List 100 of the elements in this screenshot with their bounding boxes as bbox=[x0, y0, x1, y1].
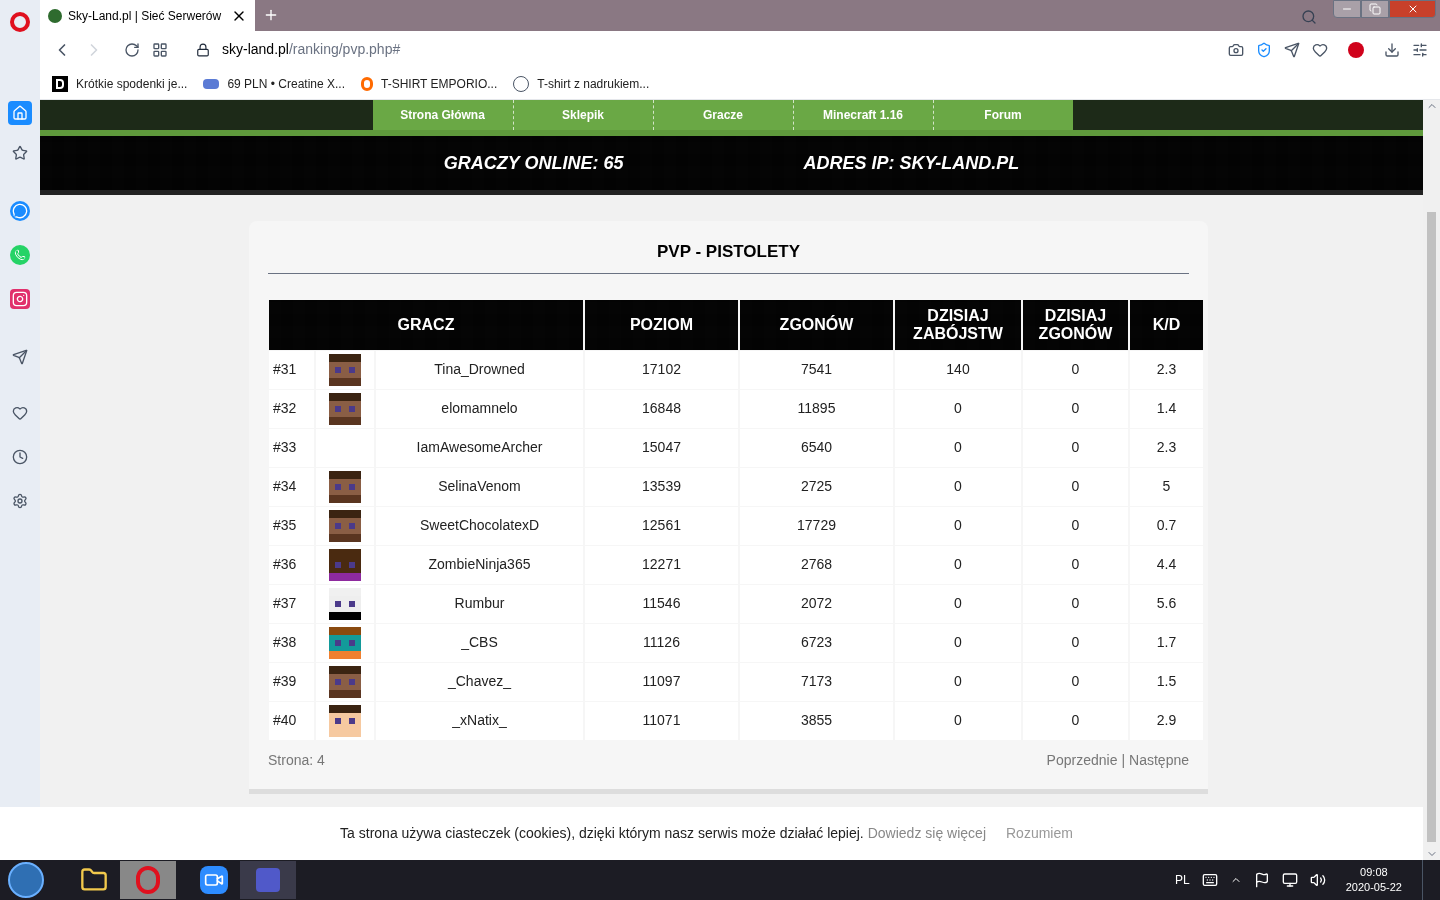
table-cell: 0 bbox=[1023, 545, 1128, 584]
download-icon[interactable] bbox=[1384, 41, 1400, 58]
player-name[interactable]: IamAwesomeArcher bbox=[376, 428, 583, 467]
column-header: ZGONÓW bbox=[740, 299, 893, 350]
table-cell: 12561 bbox=[585, 506, 738, 545]
shop-logo-icon bbox=[203, 78, 220, 89]
clock-icon[interactable] bbox=[12, 449, 28, 465]
camera-icon[interactable] bbox=[1228, 41, 1244, 58]
table-cell: 0 bbox=[1023, 584, 1128, 623]
send-icon[interactable] bbox=[1284, 41, 1300, 58]
table-cell: 2768 bbox=[740, 545, 893, 584]
table-cell: 0 bbox=[1023, 506, 1128, 545]
table-cell: 2.9 bbox=[1130, 701, 1203, 740]
player-name[interactable]: _CBS bbox=[376, 623, 583, 662]
rank-cell: #40 bbox=[269, 701, 314, 740]
bookmark-item[interactable]: 69 PLN • Creatine X... bbox=[203, 74, 345, 93]
column-header: K/D bbox=[1130, 299, 1203, 350]
table-cell: 15047 bbox=[585, 428, 738, 467]
video-camera-icon[interactable] bbox=[200, 866, 228, 894]
table-cell: 2.3 bbox=[1130, 350, 1203, 389]
column-header: POZIOM bbox=[585, 299, 738, 350]
player-name[interactable]: SweetChocolatexD bbox=[376, 506, 583, 545]
table-cell: 0 bbox=[895, 428, 1021, 467]
lock-icon bbox=[196, 42, 210, 57]
rank-cell: #35 bbox=[269, 506, 314, 545]
heart-icon[interactable] bbox=[1312, 41, 1328, 58]
new-tab-icon[interactable] bbox=[263, 7, 279, 23]
table-cell: 7541 bbox=[740, 350, 893, 389]
restore-icon bbox=[1369, 3, 1381, 15]
home-icon[interactable] bbox=[8, 101, 32, 125]
search-icon[interactable] bbox=[1301, 9, 1317, 25]
table-cell: 5 bbox=[1130, 467, 1203, 506]
camera-icon[interactable] bbox=[10, 289, 30, 309]
page-number: Strona: 4 bbox=[268, 750, 325, 770]
table-cell: 2072 bbox=[740, 584, 893, 623]
table-cell: 0 bbox=[1023, 467, 1128, 506]
table-cell: 0 bbox=[895, 467, 1021, 506]
send-icon[interactable] bbox=[12, 349, 28, 365]
player-name[interactable]: SelinaVenom bbox=[376, 467, 583, 506]
reload-icon[interactable] bbox=[124, 41, 140, 58]
settings-icon[interactable] bbox=[12, 493, 28, 509]
table-cell: 0 bbox=[895, 623, 1021, 662]
browser-tab[interactable]: Sky-Land.pl | Sieć Serwerów bbox=[40, 0, 255, 31]
table-cell: 17729 bbox=[740, 506, 893, 545]
info-text: GRACZY ONLINE: 65 bbox=[443, 151, 624, 175]
tab-title: Sky-Land.pl | Sieć Serwerów bbox=[68, 7, 223, 25]
rank-cell: #39 bbox=[269, 662, 314, 701]
table-cell: 0 bbox=[1023, 662, 1128, 701]
network-icon[interactable] bbox=[1281, 872, 1298, 888]
player-name[interactable]: Rumbur bbox=[376, 584, 583, 623]
bookmark-item[interactable]: Krótkie spodenki je... bbox=[52, 74, 188, 93]
table-cell: 1.5 bbox=[1130, 662, 1203, 701]
table-cell: 1.4 bbox=[1130, 389, 1203, 428]
player-skin-icon bbox=[329, 470, 361, 503]
player-name[interactable]: _xNatix_ bbox=[376, 701, 583, 740]
table-cell: 0 bbox=[1023, 623, 1128, 662]
chat-bubble-icon[interactable] bbox=[10, 201, 30, 221]
previous-link[interactable]: Poprzednie bbox=[1046, 749, 1118, 771]
settings-icon[interactable] bbox=[1412, 41, 1428, 58]
shield-icon[interactable] bbox=[1256, 41, 1272, 58]
table-cell: 0 bbox=[895, 545, 1021, 584]
table-cell: 1.7 bbox=[1130, 623, 1203, 662]
cookie-link[interactable]: Dowiedz się więcej bbox=[867, 823, 986, 844]
table-cell: 0 bbox=[895, 389, 1021, 428]
clock[interactable]: 09:08 2020-05-22 bbox=[1337, 865, 1410, 895]
table-cell: 0 bbox=[1023, 701, 1128, 740]
table-cell: 0 bbox=[895, 584, 1021, 623]
table-cell: 0 bbox=[895, 701, 1021, 740]
rank-cell: #38 bbox=[269, 623, 314, 662]
language-indicator[interactable]: PL bbox=[1175, 871, 1190, 889]
table-cell: 17102 bbox=[585, 350, 738, 389]
player-name[interactable]: ZombieNinja365 bbox=[376, 545, 583, 584]
keyboard-icon[interactable] bbox=[1201, 872, 1218, 888]
next-link[interactable]: Następne bbox=[1129, 749, 1189, 771]
start-button[interactable] bbox=[8, 862, 44, 898]
bookmark-item[interactable]: T-shirt z nadrukiem... bbox=[513, 74, 650, 93]
table-cell: 16848 bbox=[585, 389, 738, 428]
table-cell: 2725 bbox=[740, 467, 893, 506]
flag-icon[interactable] bbox=[1253, 872, 1270, 888]
restore-button[interactable] bbox=[1361, 0, 1389, 18]
player-name[interactable]: elomamnelo bbox=[376, 389, 583, 428]
folder-icon[interactable] bbox=[80, 866, 108, 894]
table-cell: 11071 bbox=[585, 701, 738, 740]
address-field[interactable]: sky-land.pl/ranking/pvp.php# bbox=[222, 39, 1208, 60]
heart-icon[interactable] bbox=[12, 405, 28, 421]
player-name[interactable]: _Chavez_ bbox=[376, 662, 583, 701]
bookmark-item[interactable]: T-SHIRT EMPORIO... bbox=[361, 74, 498, 93]
minimize-button[interactable] bbox=[1333, 0, 1361, 18]
table-cell: 4.4 bbox=[1130, 545, 1203, 584]
table-cell: 0 bbox=[1023, 428, 1128, 467]
volume-icon[interactable] bbox=[1309, 872, 1326, 888]
player-skin-icon bbox=[329, 548, 361, 581]
rank-cell: #31 bbox=[269, 350, 314, 389]
player-skin-icon bbox=[329, 587, 361, 620]
column-header: DZISIAJ ZGONÓW bbox=[1023, 299, 1128, 350]
site-logo-icon bbox=[48, 8, 62, 23]
star-icon[interactable] bbox=[12, 145, 28, 161]
table-cell: 0 bbox=[1023, 389, 1128, 428]
player-name[interactable]: Tina_Drowned bbox=[376, 350, 583, 389]
grid-icon[interactable] bbox=[152, 41, 168, 58]
